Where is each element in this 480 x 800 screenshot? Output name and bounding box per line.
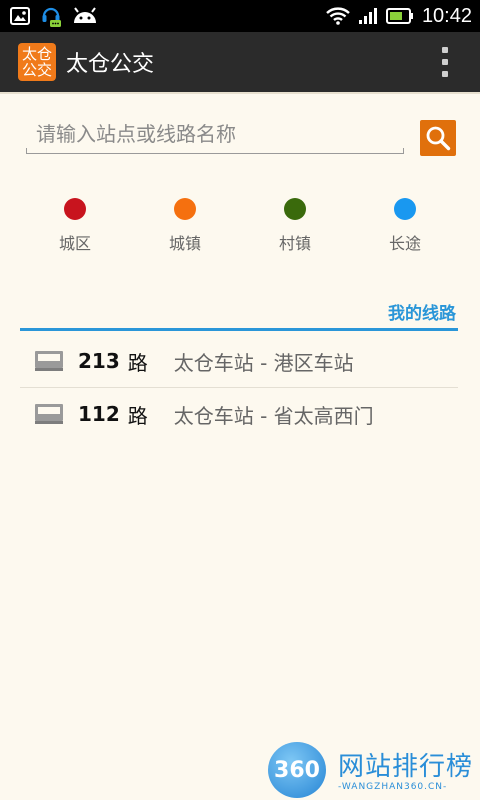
route-number: 112	[78, 402, 120, 426]
search-button[interactable]	[420, 120, 456, 156]
category-village[interactable]: 村镇	[240, 198, 350, 258]
tab-my-lines-label: 我的线路	[388, 303, 456, 324]
image-icon	[10, 7, 30, 25]
route-categories: 城区 城镇 村镇 长途	[20, 198, 460, 258]
status-bar: 10:42	[0, 0, 480, 32]
category-town[interactable]: 城镇	[130, 198, 240, 258]
route-stops: 太仓车站 - 港区车站	[173, 350, 354, 375]
overflow-menu-icon[interactable]	[440, 47, 450, 77]
route-unit: 路	[127, 403, 148, 428]
status-time: 10:42	[421, 4, 472, 27]
search-input[interactable]	[26, 118, 404, 154]
category-urban[interactable]: 城区	[20, 198, 130, 258]
battery-icon	[385, 8, 413, 24]
bus-icon	[35, 351, 63, 371]
category-label: 城区	[58, 234, 91, 253]
wifi-icon	[326, 7, 350, 25]
bus-icon	[35, 404, 63, 424]
route-stops: 太仓车站 - 省太高西门	[173, 403, 374, 428]
android-icon	[74, 7, 96, 23]
watermark-badge: 360	[268, 742, 326, 798]
action-bar: 太仓 公交 太仓公交	[0, 32, 480, 92]
app-logo[interactable]: 太仓 公交	[18, 43, 56, 81]
status-bar-left	[0, 4, 98, 28]
watermark-subtext: -WANGZHAN360.CN-	[338, 782, 448, 792]
status-bar-right: 10:42	[326, 5, 480, 28]
category-label: 村镇	[278, 234, 311, 253]
category-dot-icon	[284, 198, 306, 220]
category-dot-icon	[64, 198, 86, 220]
search-row	[26, 118, 458, 158]
headset-notification-icon	[42, 7, 61, 27]
route-item[interactable]: 213 路 太仓车站 - 港区车站	[20, 335, 458, 388]
search-icon	[426, 126, 451, 151]
watermark-text: 网站排行榜	[338, 752, 474, 782]
app-title: 太仓公交	[66, 52, 155, 77]
signal-icon	[358, 8, 377, 24]
route-list: 213 路 太仓车站 - 港区车站 112 路 太仓车站 - 省太高西门	[20, 335, 458, 440]
category-label: 长途	[388, 234, 421, 253]
category-dot-icon	[174, 198, 196, 220]
category-long-distance[interactable]: 长途	[350, 198, 460, 258]
route-number: 213	[78, 349, 120, 373]
watermark-logo: 360 网站排行榜 -WANGZHAN360.CN-	[268, 740, 480, 800]
route-unit: 路	[127, 350, 148, 375]
app-logo-line2: 公交	[21, 61, 52, 79]
category-dot-icon	[394, 198, 416, 220]
app-logo-line1: 太仓	[21, 45, 52, 63]
action-bar-divider	[0, 92, 480, 94]
tab-my-lines[interactable]: 我的线路	[20, 294, 458, 331]
route-item[interactable]: 112 路 太仓车站 - 省太高西门	[20, 388, 458, 440]
category-label: 城镇	[168, 234, 201, 253]
